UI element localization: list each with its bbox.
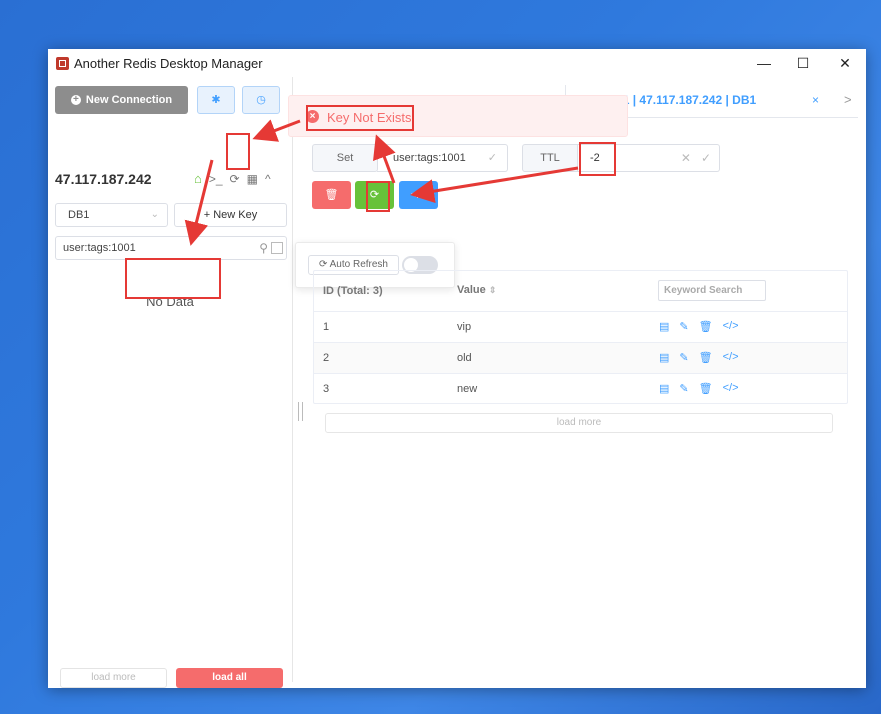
annotation-arrows [184,119,579,246]
arrow-to-refresh [252,119,301,142]
arrow-to-no-data [184,159,214,246]
arrow-to-refresh-key [410,166,579,203]
arrow-to-message [373,134,396,184]
